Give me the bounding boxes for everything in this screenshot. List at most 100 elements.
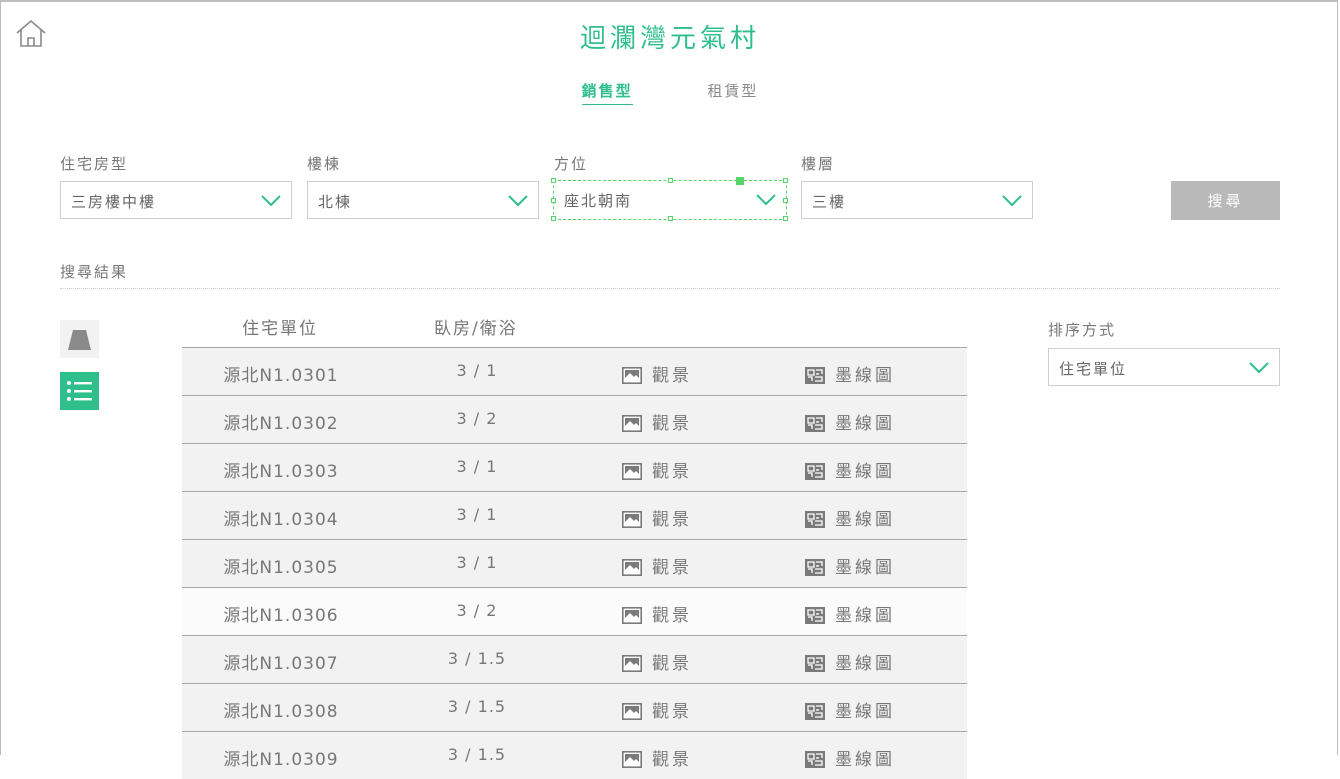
floorplan-link-label: 墨線圖 [835, 750, 895, 770]
selection-handle [668, 216, 673, 221]
selection-handle [783, 216, 788, 221]
view-link[interactable]: 觀景 [622, 649, 692, 674]
chevron-down-icon [756, 194, 776, 206]
view-link[interactable]: 觀景 [622, 409, 692, 434]
table-row[interactable]: 源北N1.0308 3 / 1.5 觀景 墨線圖 [182, 683, 967, 731]
listing-type-tabs: 銷售型 租賃型 [0, 80, 1340, 105]
view-link-label: 觀景 [652, 654, 692, 674]
rooms-cell: 3 / 1.5 [447, 697, 507, 716]
picture-icon [622, 655, 642, 672]
chevron-down-icon [508, 195, 528, 207]
rooms-cell: 3 / 1 [456, 505, 498, 524]
floorplan-link-label: 墨線圖 [835, 606, 895, 626]
map-view-toggle[interactable] [60, 320, 99, 358]
unit-cell: 源北N1.0309 [223, 750, 339, 770]
sort-select[interactable]: 住宅單位 [1048, 348, 1280, 386]
unit-cell: 源北N1.0305 [223, 558, 339, 578]
table-row[interactable]: 源北N1.0302 3 / 2 觀景 墨線圖 [182, 395, 967, 443]
floor-label: 樓層 [801, 155, 836, 173]
rooms-column-header: 臥房/衛浴 [434, 319, 518, 339]
picture-icon [622, 751, 642, 768]
floorplan-link[interactable]: 墨線圖 [805, 409, 895, 434]
floorplan-link[interactable]: 墨線圖 [805, 745, 895, 770]
building-value: 北棟 [318, 193, 353, 211]
view-link[interactable]: 觀景 [622, 457, 692, 482]
picture-icon [622, 511, 642, 528]
orientation-select[interactable]: 座北朝南 [551, 177, 788, 221]
selection-handle [668, 178, 673, 183]
tab-rental[interactable]: 租賃型 [707, 80, 758, 104]
floorplan-link-label: 墨線圖 [835, 366, 895, 386]
selection-handle [551, 178, 556, 183]
picture-icon [622, 607, 642, 624]
orientation-label: 方位 [554, 155, 589, 173]
selection-handle [736, 177, 744, 185]
house-type-select[interactable]: 三房樓中樓 [60, 181, 292, 219]
floorplan-link-label: 墨線圖 [835, 510, 895, 530]
floorplan-link[interactable]: 墨線圖 [805, 505, 895, 530]
floorplan-link[interactable]: 墨線圖 [805, 457, 895, 482]
picture-icon [622, 367, 642, 384]
view-link[interactable]: 觀景 [622, 553, 692, 578]
selection-handle [551, 198, 556, 203]
floorplan-icon [805, 463, 825, 480]
view-link-label: 觀景 [652, 414, 692, 434]
building-icon [68, 330, 91, 350]
results-table: 源北N1.0301 3 / 1 觀景 墨線圖 源北N1.0302 3 / 2 觀景 墨線圖 源北… [182, 347, 967, 779]
view-link[interactable]: 觀景 [622, 697, 692, 722]
view-link-label: 觀景 [652, 366, 692, 386]
floorplan-link[interactable]: 墨線圖 [805, 361, 895, 386]
view-link-label: 觀景 [652, 462, 692, 482]
floorplan-link[interactable]: 墨線圖 [805, 601, 895, 626]
table-row[interactable]: 源北N1.0306 3 / 2 觀景 墨線圖 [182, 587, 967, 635]
floorplan-icon [805, 607, 825, 624]
floorplan-link[interactable]: 墨線圖 [805, 553, 895, 578]
rooms-cell: 3 / 2 [456, 601, 498, 620]
table-row[interactable]: 源北N1.0304 3 / 1 觀景 墨線圖 [182, 491, 967, 539]
selection-handle [551, 216, 556, 221]
picture-icon [622, 559, 642, 576]
selection-handle [783, 198, 788, 203]
unit-column-header: 住宅單位 [242, 319, 318, 339]
picture-icon [622, 463, 642, 480]
view-link[interactable]: 觀景 [622, 601, 692, 626]
results-heading: 搜尋結果 [60, 263, 129, 281]
picture-icon [622, 415, 642, 432]
page-title: 迴瀾灣元氣村 [579, 24, 760, 54]
list-view-toggle[interactable] [60, 372, 99, 410]
list-icon [67, 381, 92, 401]
floorplan-icon [805, 511, 825, 528]
view-link-label: 觀景 [652, 558, 692, 578]
floorplan-icon [805, 415, 825, 432]
unit-cell: 源北N1.0304 [223, 510, 339, 530]
floorplan-icon [805, 367, 825, 384]
chevron-down-icon [1249, 362, 1269, 374]
floorplan-link-label: 墨線圖 [835, 558, 895, 578]
floorplan-link[interactable]: 墨線圖 [805, 649, 895, 674]
floorplan-link[interactable]: 墨線圖 [805, 697, 895, 722]
table-row[interactable]: 源北N1.0305 3 / 1 觀景 墨線圖 [182, 539, 967, 587]
tab-sale[interactable]: 銷售型 [581, 80, 633, 105]
results-divider [60, 288, 1280, 289]
unit-cell: 源北N1.0307 [223, 654, 339, 674]
table-row[interactable]: 源北N1.0309 3 / 1.5 觀景 墨線圖 [182, 731, 967, 779]
search-button[interactable]: 搜尋 [1171, 181, 1280, 220]
orientation-value: 座北朝南 [564, 192, 633, 210]
floorplan-link-label: 墨線圖 [835, 702, 895, 722]
table-row[interactable]: 源北N1.0301 3 / 1 觀景 墨線圖 [182, 347, 967, 395]
view-link[interactable]: 觀景 [622, 361, 692, 386]
view-link[interactable]: 觀景 [622, 745, 692, 770]
picture-icon [622, 703, 642, 720]
floor-select[interactable]: 三樓 [801, 181, 1033, 219]
building-select[interactable]: 北棟 [307, 181, 539, 219]
view-link-label: 觀景 [652, 750, 692, 770]
unit-cell: 源北N1.0308 [223, 702, 339, 722]
view-link[interactable]: 觀景 [622, 505, 692, 530]
floorplan-icon [805, 703, 825, 720]
floorplan-link-label: 墨線圖 [835, 414, 895, 434]
building-label: 樓棟 [307, 155, 342, 173]
view-link-label: 觀景 [652, 510, 692, 530]
table-row[interactable]: 源北N1.0307 3 / 1.5 觀景 墨線圖 [182, 635, 967, 683]
floor-value: 三樓 [812, 193, 847, 211]
table-row[interactable]: 源北N1.0303 3 / 1 觀景 墨線圖 [182, 443, 967, 491]
